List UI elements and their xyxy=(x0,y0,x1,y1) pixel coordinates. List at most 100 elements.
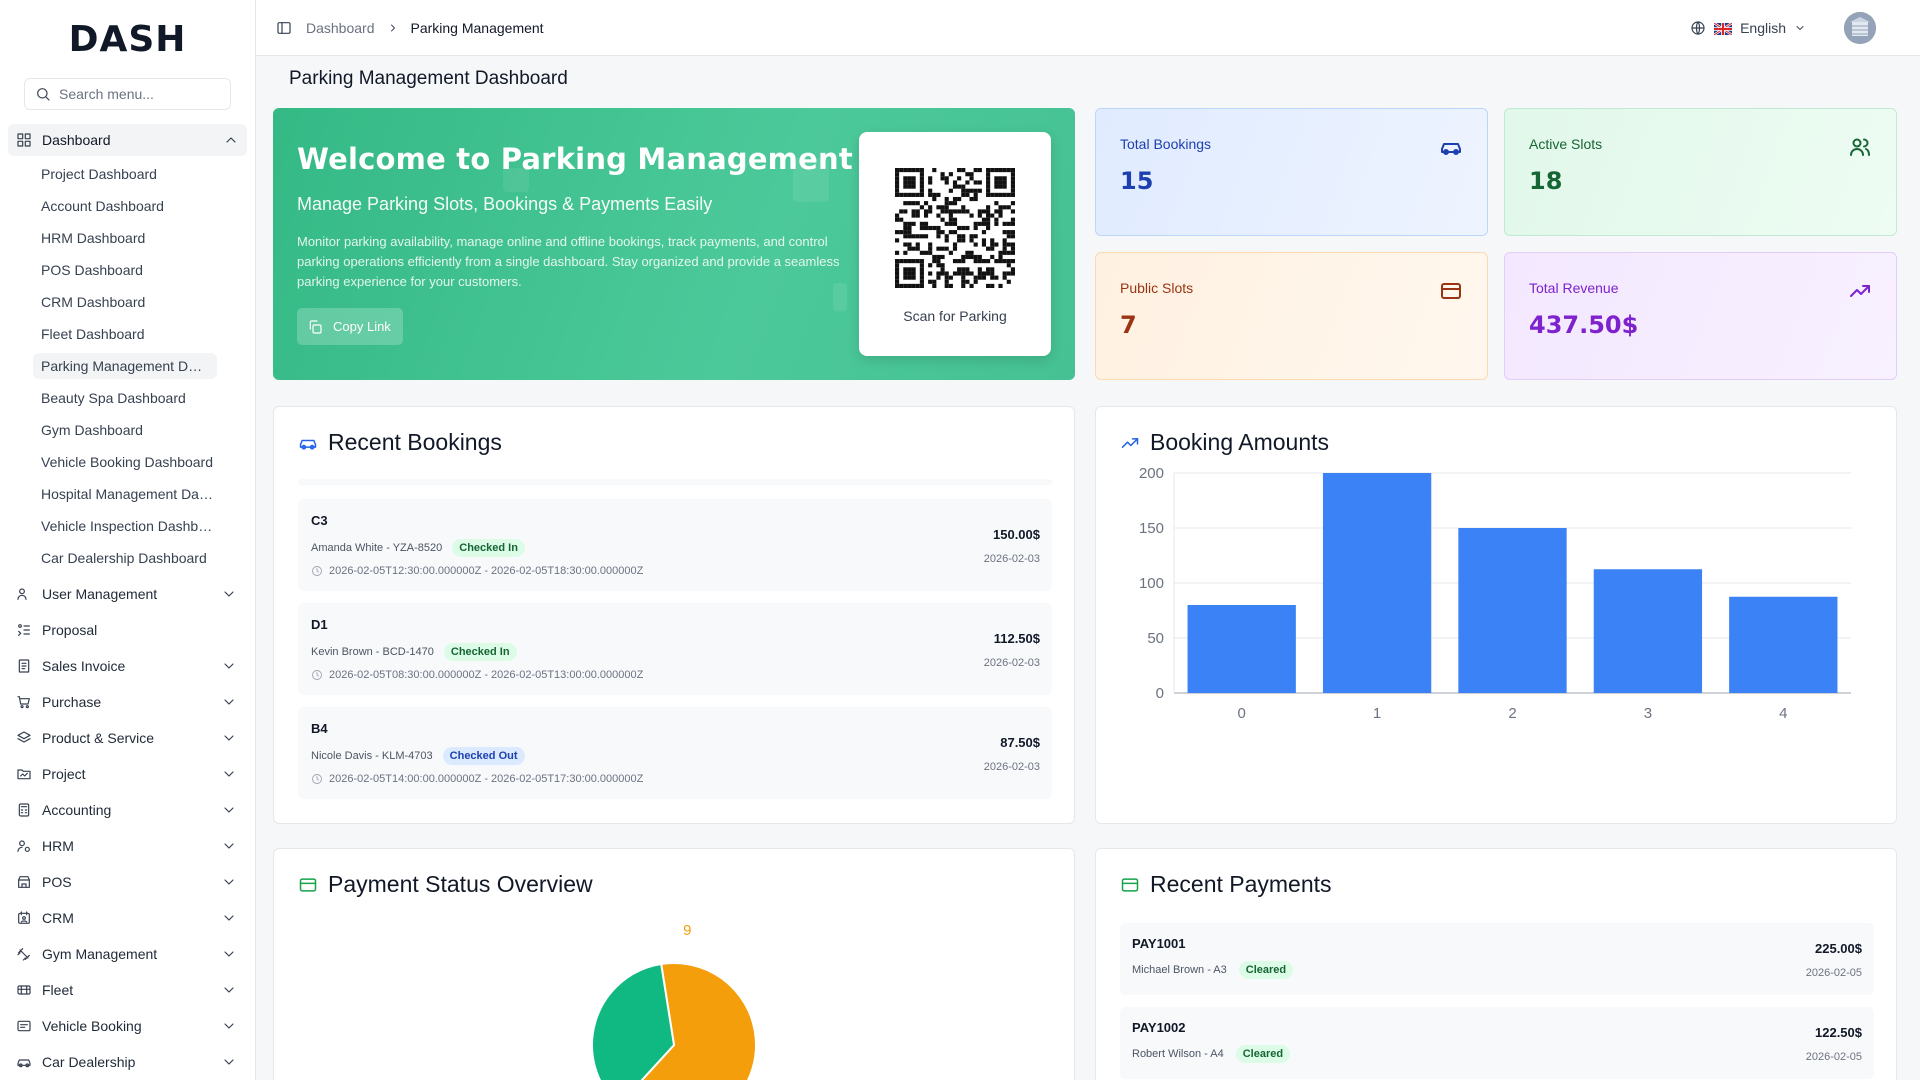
sidebar-item-accounting[interactable]: Accounting xyxy=(0,792,255,828)
chevron-down-icon xyxy=(221,982,237,998)
sidebar-subitem[interactable]: HRM Dashboard xyxy=(0,222,255,254)
sidebar-item-pos[interactable]: POS xyxy=(0,864,255,900)
payment-list-item[interactable]: PAY1001 Michael Brown - A3 Cleared 225.00$ 2… xyxy=(1120,923,1874,995)
chevron-down-icon xyxy=(221,658,237,674)
booking-list-item[interactable]: B4 Nicole Davis - KLM-4703 Checked Out 2026… xyxy=(298,707,1052,799)
proposal-icon xyxy=(16,622,32,638)
payment-list-item[interactable]: PAY1002 Robert Wilson - A4 Cleared 122.50$ 2… xyxy=(1120,1007,1874,1079)
sidebar-item-label: Car Dealership xyxy=(42,1054,136,1070)
sidebar-item-vehicle-booking[interactable]: Vehicle Booking xyxy=(0,1008,255,1044)
sidebar-subitem[interactable]: Gym Dashboard xyxy=(0,414,255,446)
sidebar-item-gym-management[interactable]: Gym Management xyxy=(0,936,255,972)
copy-link-button[interactable]: Copy Link xyxy=(297,308,403,345)
bar[interactable] xyxy=(1729,596,1838,693)
sidebar-subitem[interactable]: Beauty Spa Dashboard xyxy=(0,382,255,414)
sidebar-item-label: HRM xyxy=(42,838,74,854)
y-tick-label: 200 xyxy=(1139,465,1164,482)
scroll-shadow xyxy=(298,479,1052,485)
sidebar-subitem-label: CRM Dashboard xyxy=(41,294,146,310)
sidebar-subitem[interactable]: Car Dealership Dashboard xyxy=(0,542,255,574)
stat-label: Total Bookings xyxy=(1120,136,1212,152)
sidebar-subitem[interactable]: Vehicle Booking Dashboard xyxy=(0,446,255,478)
status-badge: Checked Out xyxy=(442,747,525,765)
payment-id: PAY1001 xyxy=(1132,936,1186,951)
stat-label: Public Slots xyxy=(1120,280,1194,296)
sidebar-subitem-label: Project Dashboard xyxy=(41,166,157,182)
car-icon xyxy=(298,433,318,453)
sidebar-item-user-management[interactable]: User Management xyxy=(0,576,255,612)
status-badge: Checked In xyxy=(452,539,525,557)
sidebar-search[interactable] xyxy=(24,78,231,110)
sidebar-item-car-dealership[interactable]: Car Dealership xyxy=(0,1044,255,1080)
chevron-down-icon xyxy=(221,1018,237,1034)
sidebar-subitem[interactable]: Hospital Management Dashboard xyxy=(0,478,255,510)
avatar[interactable] xyxy=(1844,11,1876,44)
card-icon xyxy=(1439,279,1463,303)
car-icon xyxy=(16,1054,32,1070)
booking-list-item[interactable]: C3 Amanda White - YZA-8520 Checked In 2026-… xyxy=(298,499,1052,591)
breadcrumb-dashboard[interactable]: Dashboard xyxy=(306,20,375,36)
bar[interactable] xyxy=(1593,569,1703,693)
welcome-subtitle: Manage Parking Slots, Bookings & Payment… xyxy=(297,194,713,214)
stat-value: 437.50$ xyxy=(1529,311,1639,339)
booking-slot: B4 xyxy=(311,721,328,736)
sidebar-subitem[interactable]: Parking Management Dashboard xyxy=(0,350,255,382)
x-tick-label: 2 xyxy=(1508,705,1516,722)
sidebar-item-fleet[interactable]: Fleet xyxy=(0,972,255,1008)
clock-icon xyxy=(311,669,323,681)
trending-up-icon xyxy=(1848,279,1872,303)
trending-up-icon xyxy=(1120,433,1140,453)
sidebar-item-proposal[interactable]: Proposal xyxy=(0,612,255,648)
sidebar-subitem[interactable]: Vehicle Inspection Dashboard xyxy=(0,510,255,542)
qr-code-image[interactable] xyxy=(895,168,1015,288)
booking-list-item[interactable]: D1 Kevin Brown - BCD-1470 Checked In 2026-0… xyxy=(298,603,1052,695)
sidebar-toggle-icon[interactable] xyxy=(276,20,292,36)
payment-status-chart: 9 xyxy=(591,922,757,1080)
card-title-text: Recent Bookings xyxy=(328,429,502,455)
language-selector[interactable]: English xyxy=(1690,11,1900,44)
sidebar-item-crm[interactable]: CRM xyxy=(0,900,255,936)
sidebar-subitem[interactable]: Fleet Dashboard xyxy=(0,318,255,350)
sidebar-item-project[interactable]: Project xyxy=(0,756,255,792)
sidebar-item-hrm[interactable]: HRM xyxy=(0,828,255,864)
booking-amount: 112.50$ xyxy=(993,631,1040,646)
booking-time: 2026-02-05T12:30:00.000000Z - 2026-02-05… xyxy=(311,565,643,577)
x-tick-label: 1 xyxy=(1373,705,1381,722)
clock-icon xyxy=(311,773,323,785)
chevron-down-icon xyxy=(221,586,237,602)
sidebar-item-purchase[interactable]: Purchase xyxy=(0,684,255,720)
sidebar-subitem[interactable]: CRM Dashboard xyxy=(0,286,255,318)
sidebar-item-sales-invoice[interactable]: Sales Invoice xyxy=(0,648,255,684)
payment-status-title: Payment Status Overview xyxy=(298,871,593,898)
welcome-title: Welcome to Parking Management xyxy=(297,142,853,176)
chevron-down-icon xyxy=(221,802,237,818)
bar[interactable] xyxy=(1187,605,1296,693)
status-badge: Checked In xyxy=(443,643,517,661)
topbar: Dashboard Parking Management English xyxy=(256,0,1920,56)
stat-total-revenue: Total Revenue 437.50$ xyxy=(1504,252,1897,380)
sidebar-subitem[interactable]: POS Dashboard xyxy=(0,254,255,286)
payment-amount: 122.50$ xyxy=(1815,1025,1862,1040)
language-label: English xyxy=(1740,19,1786,36)
sidebar-item-dashboard[interactable]: Dashboard xyxy=(8,124,247,156)
sidebar-item-product-service[interactable]: Product & Service xyxy=(0,720,255,756)
booking-amounts-title: Booking Amounts xyxy=(1120,429,1329,456)
bar[interactable] xyxy=(1458,528,1567,693)
qr-label: Scan for Parking xyxy=(903,308,1007,324)
x-tick-label: 0 xyxy=(1238,705,1246,722)
payment-date: 2026-02-05 xyxy=(1805,967,1862,979)
sidebar-subitem[interactable]: Project Dashboard xyxy=(0,158,255,190)
search-input[interactable] xyxy=(59,86,220,102)
dumbbell-icon xyxy=(16,946,32,962)
sidebar-subitem-label: Vehicle Booking Dashboard xyxy=(41,454,214,470)
booking-date: 2026-02-03 xyxy=(983,657,1040,669)
globe-icon xyxy=(1690,20,1706,36)
bar[interactable] xyxy=(1322,473,1432,693)
sidebar-item-label: POS xyxy=(42,874,72,890)
stat-active-slots: Active Slots 18 xyxy=(1504,108,1897,236)
car-icon xyxy=(1439,135,1463,159)
sidebar-subitem[interactable]: Account Dashboard xyxy=(0,190,255,222)
sidebar-nav: Dashboard Project Dashboard Account Dashb… xyxy=(0,124,255,1080)
logo[interactable]: DASH xyxy=(0,0,255,78)
sidebar-item-label: Sales Invoice xyxy=(42,658,126,674)
